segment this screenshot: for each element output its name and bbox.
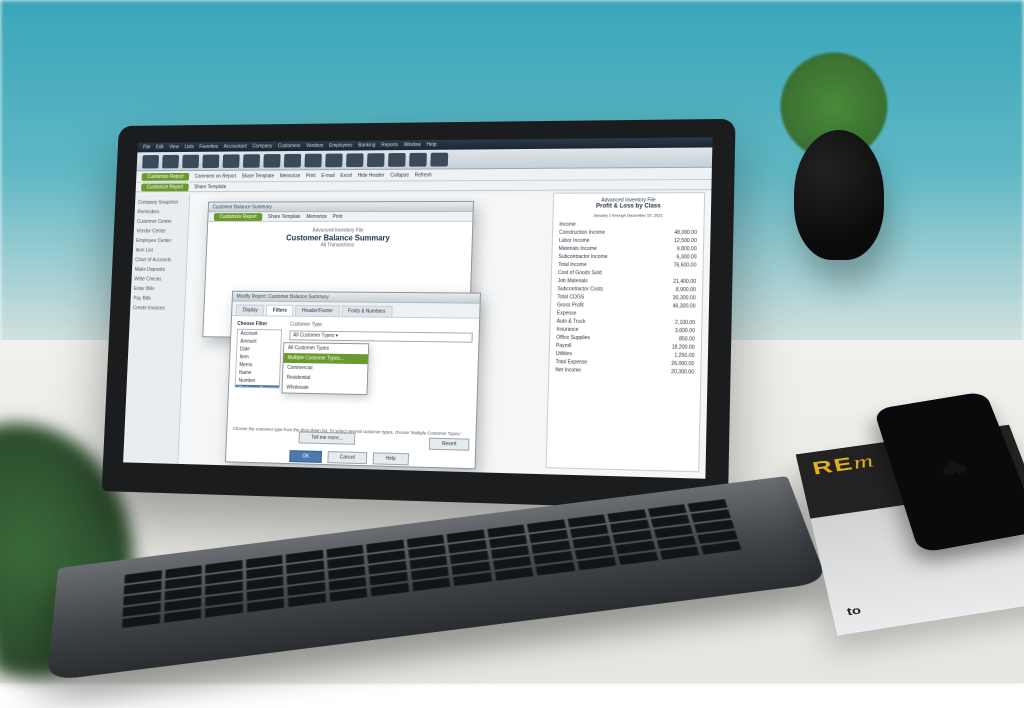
- magazine-text: to: [846, 604, 863, 618]
- sidebar-item[interactable]: Chart of Accounts: [135, 255, 184, 265]
- filter-label: Choose Filter: [237, 321, 282, 327]
- toolbar-icon[interactable]: [304, 154, 321, 168]
- menu-banking[interactable]: Banking: [358, 143, 375, 149]
- tab-display[interactable]: Display: [236, 304, 265, 315]
- menu-vendors[interactable]: Vendors: [306, 143, 324, 149]
- toolbar-icon[interactable]: [223, 154, 240, 168]
- tab-filters[interactable]: Filters: [266, 305, 294, 316]
- menu-customers[interactable]: Customers: [278, 143, 301, 149]
- customer-type-label: Customer Type: [290, 322, 338, 328]
- customer-type-options: All Customer Types Multiple Customer Typ…: [281, 342, 369, 395]
- toolbar-icon[interactable]: [202, 155, 219, 169]
- share-button[interactable]: Share Template: [242, 173, 275, 179]
- modify-report-dialog: Modify Report: Customer Balance Summary …: [225, 291, 481, 469]
- dialog-body: Choose Filter AccountAmountDateItemMemoN…: [226, 316, 479, 471]
- toolbar-icon[interactable]: [430, 153, 448, 167]
- accounting-app: File Edit View Lists Favorites Accountan…: [123, 137, 712, 478]
- toolbar-home-icon[interactable]: [142, 155, 159, 168]
- hide-header-button[interactable]: Hide Header: [358, 172, 385, 178]
- toolbar-icon[interactable]: [325, 154, 343, 168]
- menu-view[interactable]: View: [169, 144, 179, 150]
- menu-company[interactable]: Company: [252, 143, 272, 149]
- tab-fonts[interactable]: Fonts & Numbers: [341, 305, 392, 316]
- sidebar-item[interactable]: Vendor Center: [136, 227, 185, 237]
- left-sidebar: Company Snapshot Reminders Customer Cent…: [123, 194, 190, 464]
- content-area: Company Snapshot Reminders Customer Cent…: [123, 192, 711, 479]
- laptop-screen: File Edit View Lists Favorites Accountan…: [123, 137, 712, 478]
- help-button[interactable]: Help: [373, 452, 409, 465]
- email-button[interactable]: E-mail: [321, 173, 335, 179]
- excel-button[interactable]: Excel: [340, 172, 352, 178]
- sidebar-item[interactable]: Customer Center: [137, 217, 186, 227]
- laptop-lid: File Edit View Lists Favorites Accountan…: [102, 119, 736, 511]
- menu-file[interactable]: File: [143, 145, 151, 151]
- sidebar-item[interactable]: Company Snapshot: [138, 198, 187, 208]
- dropdown-value: All Customer Types: [293, 332, 334, 338]
- menu-lists[interactable]: Lists: [184, 144, 194, 150]
- magazine-logo-a: RE: [810, 453, 856, 478]
- toolbar-icon[interactable]: [284, 154, 301, 168]
- report-table: Income Construction Income48,000.00 Labo…: [553, 221, 699, 377]
- toolbar-icon[interactable]: [409, 153, 427, 167]
- filter-list[interactable]: AccountAmountDateItemMemoNameNumberCusto…: [235, 329, 282, 389]
- report-period: January 1 through December 15, 2021: [558, 213, 700, 218]
- customer-type-dropdown[interactable]: All Customer Types ▾: [289, 330, 473, 342]
- customize-report-button[interactable]: Customize Report: [142, 172, 190, 180]
- sidebar-item[interactable]: Item List: [135, 246, 184, 256]
- toolbar-icon[interactable]: [388, 153, 406, 167]
- sidebar-item[interactable]: Pay Bills: [133, 294, 182, 304]
- customize-report-button-2[interactable]: Customize Report: [141, 183, 189, 191]
- refresh-button[interactable]: Refresh: [415, 172, 432, 178]
- collapse-button[interactable]: Collapse: [390, 172, 409, 178]
- sidebar-item[interactable]: Create Invoices: [133, 303, 182, 313]
- toolbar-icon[interactable]: [243, 154, 260, 168]
- toolbar-icon[interactable]: [263, 154, 280, 168]
- memorize-button[interactable]: Memorize: [306, 214, 327, 220]
- magazine-logo: REm: [810, 450, 877, 479]
- share-button[interactable]: Share Template: [268, 214, 301, 220]
- sidebar-item[interactable]: Write Checks: [134, 275, 183, 285]
- menu-employees[interactable]: Employees: [329, 143, 353, 149]
- report-title: Profit & Loss by Class: [558, 203, 700, 209]
- toolbar-icon[interactable]: [182, 155, 199, 169]
- print-button[interactable]: Print: [306, 173, 316, 179]
- cancel-button[interactable]: Cancel: [327, 451, 367, 464]
- share-button-2[interactable]: Share Template: [194, 184, 226, 190]
- profit-loss-report: Advanced Inventory File Profit & Loss by…: [546, 192, 706, 472]
- laptop-base: [47, 476, 828, 681]
- menu-reports[interactable]: Reports: [381, 142, 398, 148]
- magazine-logo-b: m: [851, 451, 877, 473]
- toolbar-icon[interactable]: [162, 155, 179, 168]
- ok-button[interactable]: OK: [290, 450, 322, 463]
- menu-favorites[interactable]: Favorites: [199, 144, 218, 150]
- balance-toolbar: Customize Report Share Template Memorize…: [208, 212, 472, 222]
- toolbar-icon[interactable]: [346, 153, 364, 167]
- dropdown-option[interactable]: Wholesale: [282, 383, 366, 395]
- window-titlebar[interactable]: Customer Balance Summary: [209, 202, 473, 212]
- menu-window[interactable]: Window: [404, 142, 421, 148]
- menu-help[interactable]: Help: [427, 142, 437, 148]
- print-button[interactable]: Print: [333, 214, 343, 220]
- menu-accountant[interactable]: Accountant: [224, 144, 247, 150]
- sidebar-item[interactable]: Enter Bills: [134, 284, 183, 294]
- report-toolbar-2: Customize Report Share Template: [136, 180, 712, 192]
- toolbar-icon[interactable]: [367, 153, 385, 167]
- memorize-button[interactable]: Memorize: [280, 173, 301, 179]
- customize-button[interactable]: Customize Report: [214, 213, 263, 221]
- revert-button[interactable]: Revert: [429, 438, 469, 451]
- sidebar-item[interactable]: Make Deposits: [135, 265, 184, 275]
- tell-me-more-button[interactable]: Tell me more...: [299, 431, 356, 444]
- tab-header-footer[interactable]: Header/Footer: [295, 305, 339, 316]
- sidebar-item[interactable]: Employee Center: [136, 236, 185, 246]
- vase: [794, 130, 884, 260]
- laptop-keyboard: [121, 499, 745, 638]
- comment-button[interactable]: Comment on Report: [194, 173, 236, 179]
- report-subtitle: All Transactions: [213, 242, 466, 248]
- menu-edit[interactable]: Edit: [156, 145, 164, 151]
- sidebar-item[interactable]: Reminders: [137, 207, 186, 217]
- laptop: File Edit View Lists Favorites Accountan…: [90, 120, 730, 660]
